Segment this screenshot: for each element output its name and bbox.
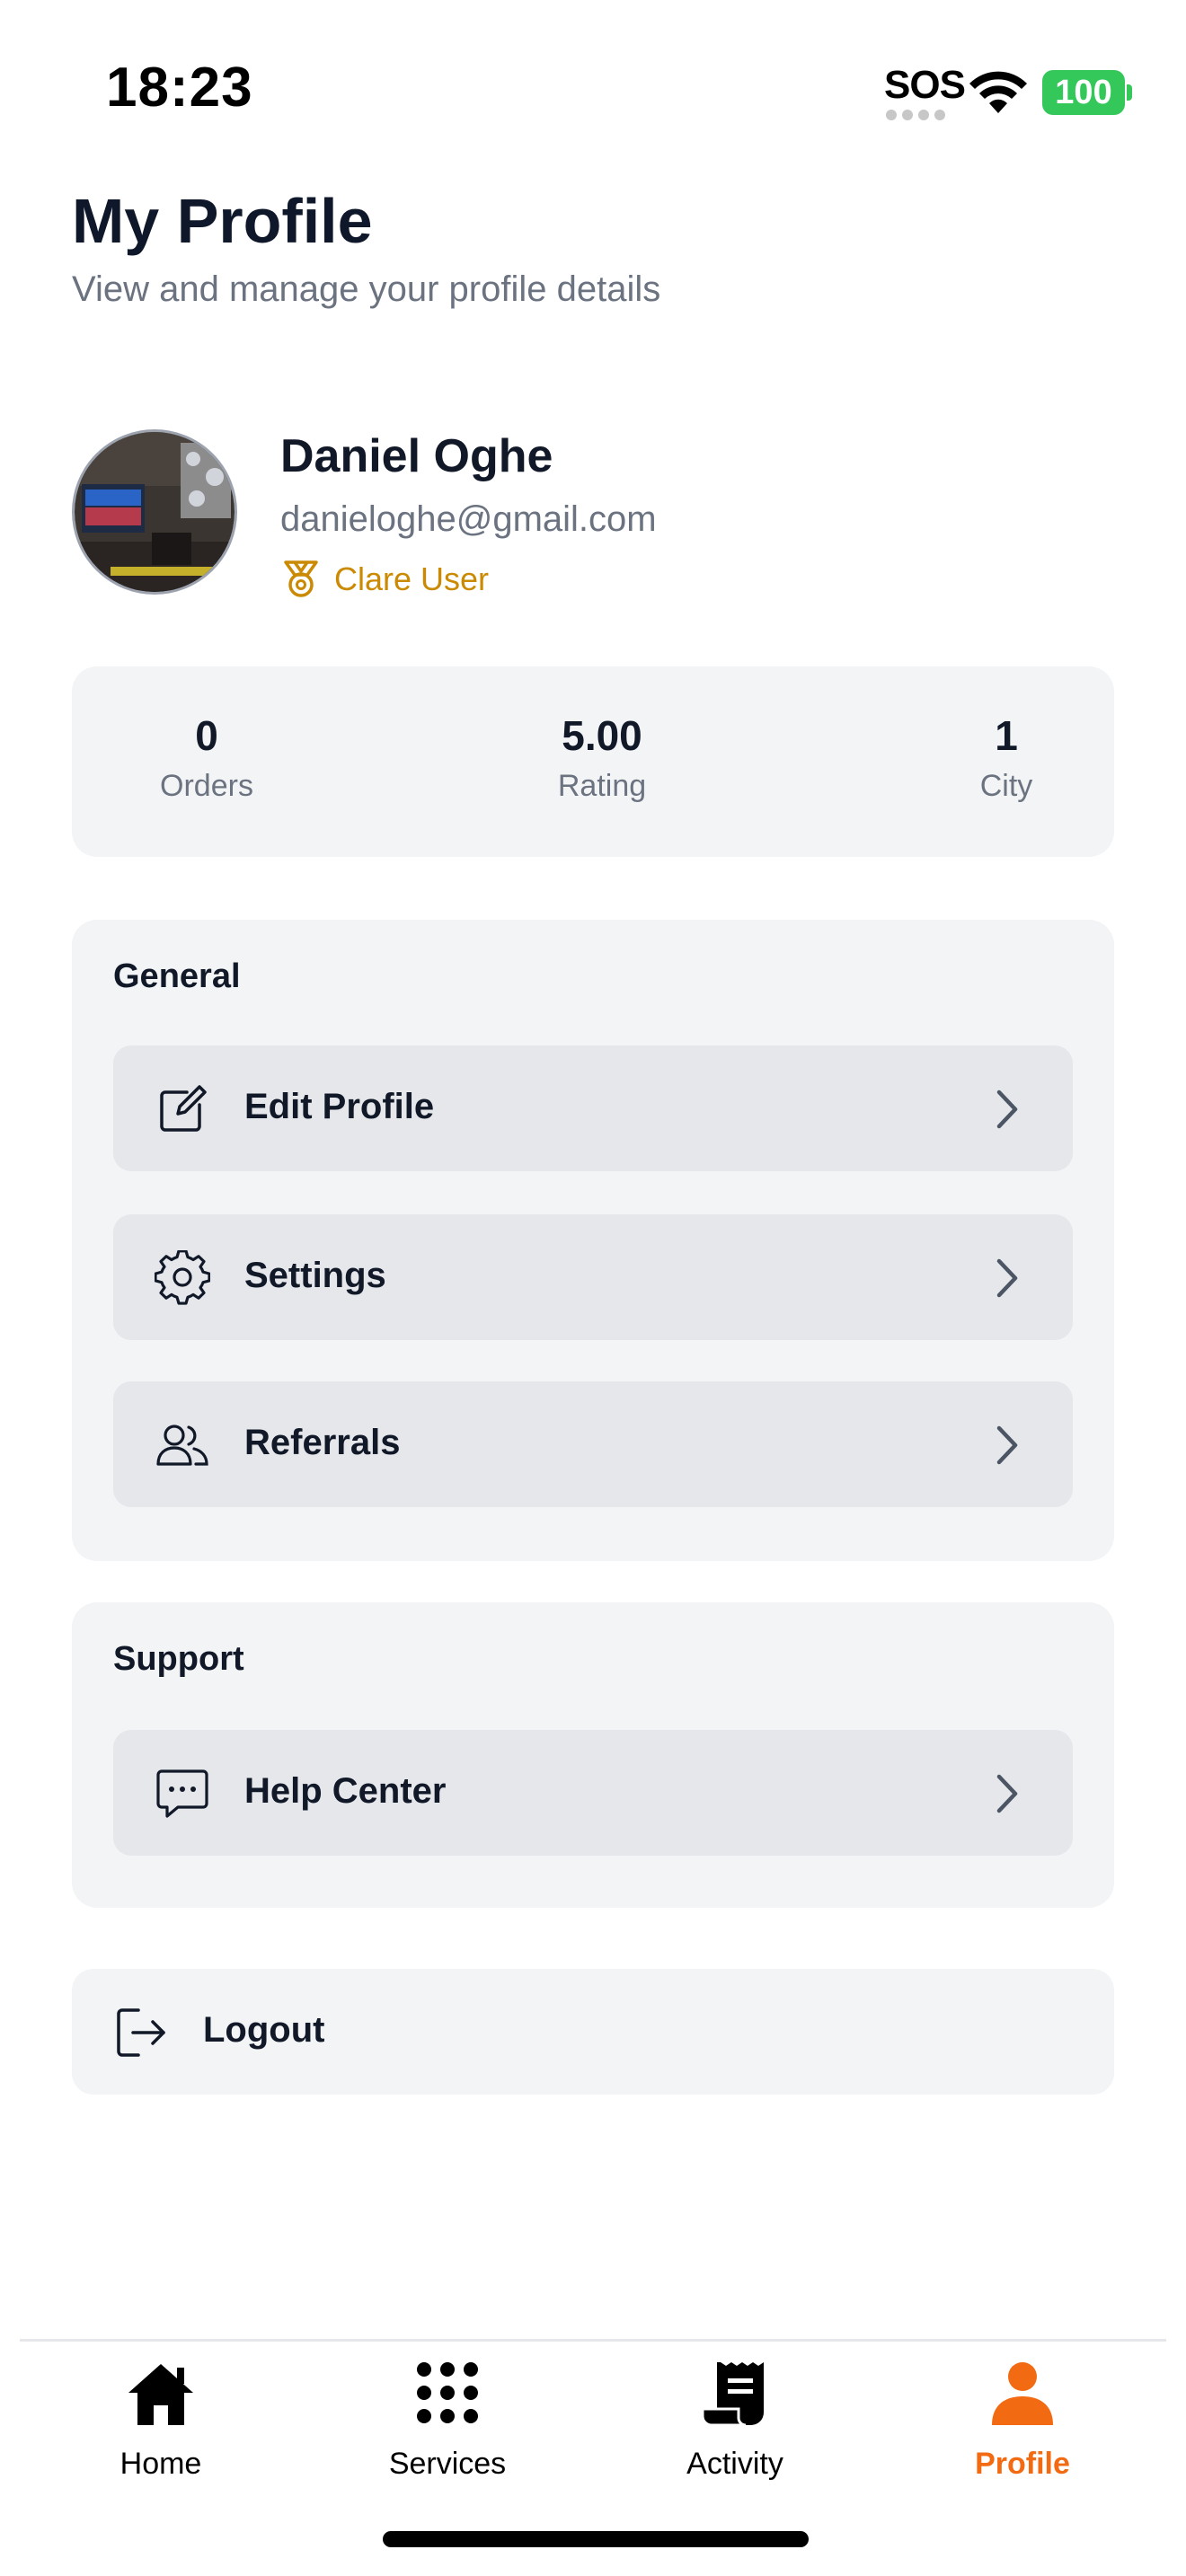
medal-icon: [284, 560, 318, 597]
tab-home[interactable]: Home: [71, 2359, 251, 2482]
tab-label: Profile: [975, 2447, 1070, 2481]
referrals-button[interactable]: Referrals: [113, 1381, 1073, 1507]
chevron-right-icon: [996, 1774, 1018, 1813]
chat-icon: [156, 1769, 208, 1818]
grid-icon: [417, 2362, 478, 2423]
stat-value: 5.00: [562, 712, 642, 759]
edit-profile-label: Edit Profile: [244, 1087, 435, 1126]
tab-bar-divider: [20, 2339, 1166, 2342]
settings-label: Settings: [244, 1256, 386, 1295]
home-icon: [128, 2364, 193, 2425]
profile-screen: 18:23 SOS 100 My Profile View and manage…: [0, 0, 1186, 2576]
stats-card: 0 Orders 5.00 Rating 1 City: [72, 666, 1114, 857]
support-section: Support Help Center: [72, 1602, 1114, 1908]
logout-label: Logout: [203, 2010, 325, 2050]
user-role-badge: Clare User: [280, 559, 489, 600]
section-title-support: Support: [113, 1640, 244, 1678]
stat-value: 1: [995, 712, 1018, 759]
avatar[interactable]: [72, 429, 237, 595]
stat-orders: 0 Orders: [126, 711, 288, 804]
person-icon: [992, 2362, 1053, 2425]
edit-profile-button[interactable]: Edit Profile: [113, 1045, 1073, 1171]
user-role-label: Clare User: [334, 560, 490, 597]
chevron-right-icon: [996, 1090, 1018, 1129]
avatar-photo: [75, 432, 235, 592]
stat-value: 0: [195, 712, 218, 759]
stat-label: City: [979, 769, 1033, 803]
battery-icon: 100: [1042, 70, 1132, 115]
tab-services[interactable]: Services: [358, 2359, 537, 2482]
stat-label: Rating: [557, 769, 647, 803]
tab-label: Activity: [686, 2447, 783, 2481]
stat-label: Orders: [160, 769, 253, 803]
status-time: 18:23: [106, 57, 253, 119]
chevron-right-icon: [996, 1425, 1018, 1465]
battery-level: 100: [1042, 70, 1125, 115]
home-indicator[interactable]: [383, 2531, 809, 2547]
tab-profile[interactable]: Profile: [933, 2359, 1112, 2482]
stat-rating: 5.00 Rating: [521, 711, 683, 804]
logout-button[interactable]: Logout: [72, 1969, 1114, 2095]
referrals-label: Referrals: [244, 1423, 401, 1462]
chevron-right-icon: [996, 1258, 1018, 1298]
gear-icon: [155, 1250, 210, 1305]
receipt-icon: [701, 2362, 764, 2427]
general-section: General Edit Profile Settings Referrals: [72, 920, 1114, 1561]
page-title: My Profile: [72, 186, 373, 256]
tab-activity[interactable]: Activity: [645, 2359, 825, 2482]
users-icon: [156, 1425, 208, 1466]
logout-icon: [117, 2008, 165, 2057]
tab-bar: Home Services Activity Profile: [0, 2342, 1186, 2495]
wifi-icon: [969, 71, 1027, 113]
sos-indicator: SOS: [884, 63, 966, 107]
help-center-label: Help Center: [244, 1771, 447, 1811]
user-name: Daniel Oghe: [280, 430, 553, 482]
signal-dots: [886, 110, 945, 120]
help-center-button[interactable]: Help Center: [113, 1730, 1073, 1856]
status-bar: 18:23 SOS 100: [0, 0, 1186, 162]
tab-label: Services: [388, 2447, 507, 2481]
tab-label: Home: [119, 2447, 202, 2481]
user-email: danieloghe@gmail.com: [280, 499, 657, 539]
settings-button[interactable]: Settings: [113, 1214, 1073, 1340]
edit-icon: [160, 1085, 207, 1132]
page-subtitle: View and manage your profile details: [72, 269, 661, 309]
section-title-general: General: [113, 957, 241, 995]
stat-city: 1 City: [934, 711, 1078, 804]
